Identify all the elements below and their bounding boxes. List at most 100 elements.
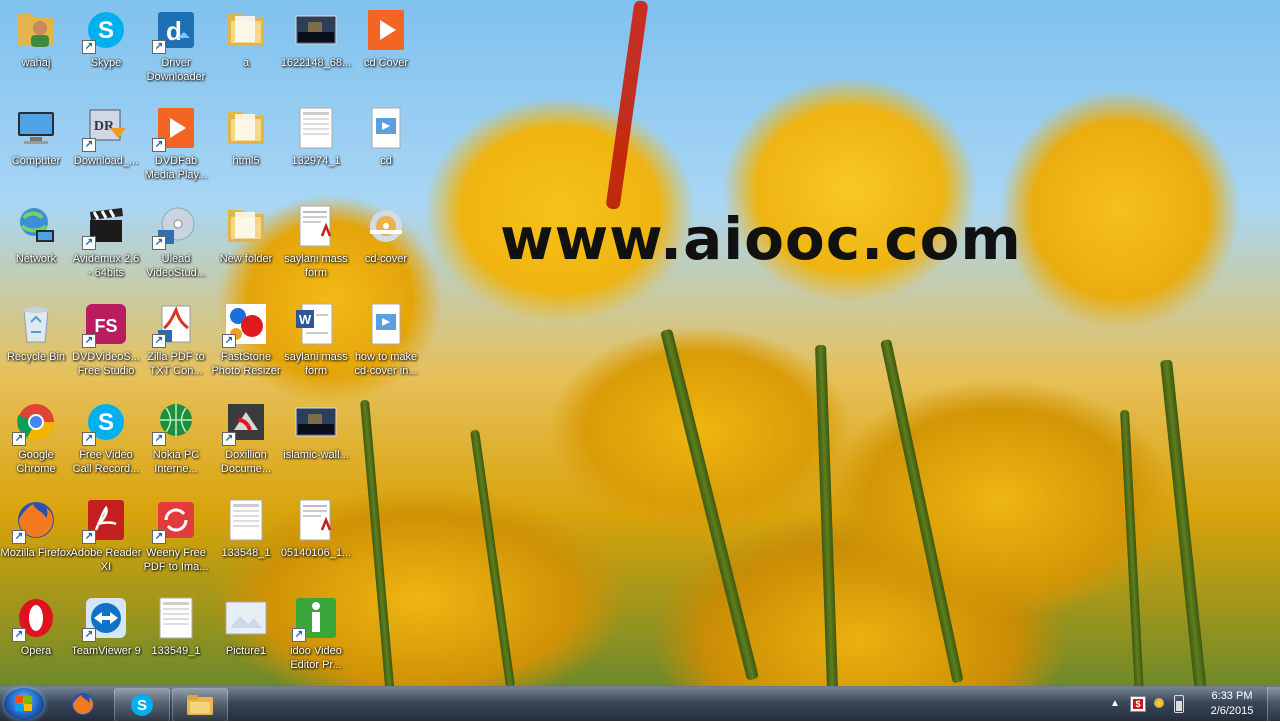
desktop-icon[interactable]: d ↗ Driver Downloader: [140, 2, 212, 92]
pdf-image-icon: ↗: [152, 498, 198, 544]
tulip-stem: [880, 338, 964, 684]
desktop-icon-label: idoo Video Editor Pr...: [290, 645, 342, 671]
desktop-icon[interactable]: how to make cd-cover in...: [350, 296, 422, 386]
system-tray: ▲ $ 6:33 PM 2/6/2015: [1080, 687, 1280, 721]
desktop-icon[interactable]: cd-cover: [350, 198, 422, 288]
desktop-icon-label: Opera: [20, 645, 52, 657]
desktop-icon[interactable]: html5: [210, 100, 282, 190]
desktop-icon[interactable]: ↗ Mozilla Firefox: [0, 492, 72, 582]
desktop-icon-label: 1622148_68...: [280, 57, 352, 69]
desktop-icon[interactable]: cd: [350, 100, 422, 190]
taskbar-firefox-button[interactable]: [56, 688, 110, 720]
desktop-icon-label: saylani mass form: [284, 351, 348, 377]
shortcut-arrow-icon: ↗: [82, 432, 96, 446]
desktop-icon[interactable]: 05140106_1...: [280, 492, 352, 582]
desktop-icon[interactable]: DR ↗ Download_...: [70, 100, 142, 190]
driver-downloader-icon: d ↗: [152, 8, 198, 54]
desktop-icon[interactable]: ↗ Zilla PDF to TXT Con...: [140, 296, 212, 386]
shortcut-arrow-icon: ↗: [12, 432, 26, 446]
desktop-icon-label: islamic-wall...: [283, 449, 349, 461]
show-desktop-button[interactable]: [1267, 687, 1280, 721]
desktop-icon-label: New folder: [219, 253, 273, 265]
tray-app-icon[interactable]: $: [1130, 696, 1146, 712]
play-icon: [364, 8, 408, 52]
shortcut-arrow-icon: ↗: [152, 432, 166, 446]
desktop-icon[interactable]: ↗ Doxillion Docume...: [210, 394, 282, 484]
desktop-icon[interactable]: ↗ DVDFab Media Play...: [140, 100, 212, 190]
recycle-bin-icon: [14, 302, 58, 346]
desktop-icon[interactable]: S ↗ Free Video Call Record...: [70, 394, 142, 484]
desktop-icon[interactable]: islamic-wall...: [280, 394, 352, 484]
desktop-icon-label: Doxillion Docume...: [220, 449, 272, 475]
desktop-icon[interactable]: New folder: [210, 198, 282, 288]
desktop-icon-label: Google Chrome: [16, 449, 56, 475]
desktop-icon[interactable]: ↗ Weeny Free PDF to Ima...: [140, 492, 212, 582]
desktop-icon[interactable]: Computer: [0, 100, 72, 190]
shortcut-arrow-icon: ↗: [12, 530, 26, 544]
desktop-icon[interactable]: ↗ idoo Video Editor Pr...: [280, 590, 352, 680]
svg-text:d: d: [166, 16, 182, 46]
desktop-icon-label: Download_...: [73, 155, 139, 167]
desktop-icon-label: cd Cover: [363, 57, 409, 69]
taskbar-explorer-button[interactable]: [172, 688, 228, 722]
desktop-icon[interactable]: 133548_1: [210, 492, 282, 582]
desktop-icon[interactable]: Network: [0, 198, 72, 288]
battery-icon[interactable]: [1174, 695, 1184, 713]
svg-text:S: S: [137, 697, 147, 714]
chrome-icon: ↗: [12, 400, 58, 446]
desktop-icon[interactable]: ↗ Ulead VideoStud...: [140, 198, 212, 288]
firefox-icon: [72, 693, 94, 715]
desktop-icon-label: TeamViewer 9: [71, 645, 141, 657]
tulip-stem: [360, 399, 396, 686]
desktop-icon-label: saylani mass form: [284, 253, 348, 279]
desktop-icon[interactable]: a: [210, 2, 282, 92]
desktop-icon[interactable]: wahaj: [0, 2, 72, 92]
image-file-icon: [224, 498, 268, 542]
desktop-icon[interactable]: cd Cover: [350, 2, 422, 92]
desktop-icon[interactable]: ↗ Adobe Reader XI: [70, 492, 142, 582]
shortcut-arrow-icon: ↗: [152, 40, 166, 54]
desktop-icon[interactable]: ↗ Opera: [0, 590, 72, 680]
shortcut-arrow-icon: ↗: [82, 236, 96, 250]
desktop-icon[interactable]: ↗ Avidemux 2.6 - 64bits: [70, 198, 142, 288]
tulip-stem: [1120, 409, 1144, 686]
shortcut-arrow-icon: ↗: [152, 334, 166, 348]
desktop-icon-label: how to make cd-cover in...: [354, 351, 418, 377]
start-button[interactable]: [4, 688, 44, 720]
desktop-icon[interactable]: Picture1: [210, 590, 282, 680]
network-icon: [14, 204, 58, 248]
user-folder-icon: [14, 8, 58, 52]
idoo-icon: ↗: [292, 596, 338, 642]
desktop-icon-label: Mozilla Firefox: [0, 547, 72, 559]
desktop-icon-label: Driver Downloader: [146, 57, 206, 83]
svg-text:S: S: [98, 409, 114, 436]
taskbar-skype-button[interactable]: S: [114, 688, 170, 722]
desktop-icon[interactable]: S ↗ Skype: [70, 2, 142, 92]
show-hidden-icons-button[interactable]: ▲: [1110, 698, 1120, 709]
shortcut-arrow-icon: ↗: [222, 432, 236, 446]
desktop-icon[interactable]: 132974_1: [280, 100, 352, 190]
doxillion-icon: ↗: [222, 400, 268, 446]
desktop-icon[interactable]: 1622148_68...: [280, 2, 352, 92]
cd-cover-icon: [364, 204, 408, 248]
desktop-icon-label: html5: [232, 155, 260, 167]
desktop-icon[interactable]: 133549_1: [140, 590, 212, 680]
shortcut-arrow-icon: ↗: [292, 628, 306, 642]
skype-icon: S: [131, 694, 153, 716]
network-status-icon[interactable]: [1152, 696, 1166, 710]
desktop-icon[interactable]: Wsaylani mass form: [280, 296, 352, 386]
desktop-icon[interactable]: ↗ Nokia PC Interne...: [140, 394, 212, 484]
desktop-icon[interactable]: Recycle Bin: [0, 296, 72, 386]
taskbar-clock[interactable]: 6:33 PM 2/6/2015: [1202, 689, 1262, 719]
desktop-icon[interactable]: ↗ TeamViewer 9: [70, 590, 142, 680]
desktop-icon-label: DVDVideoS... Free Studio: [72, 351, 140, 377]
skype-icon: S ↗: [82, 400, 128, 446]
pdf-convert-icon: ↗: [152, 302, 198, 348]
desktop-icon[interactable]: ↗ FastStone Photo Resizer: [210, 296, 282, 386]
desktop-icon[interactable]: saylani mass form: [280, 198, 352, 288]
opera-icon: ↗: [12, 596, 58, 642]
shortcut-arrow-icon: ↗: [12, 628, 26, 642]
desktop-icon[interactable]: ↗ Google Chrome: [0, 394, 72, 484]
desktop-icon[interactable]: FS ↗ DVDVideoS... Free Studio: [70, 296, 142, 386]
desktop-icon-label: Computer: [11, 155, 61, 167]
